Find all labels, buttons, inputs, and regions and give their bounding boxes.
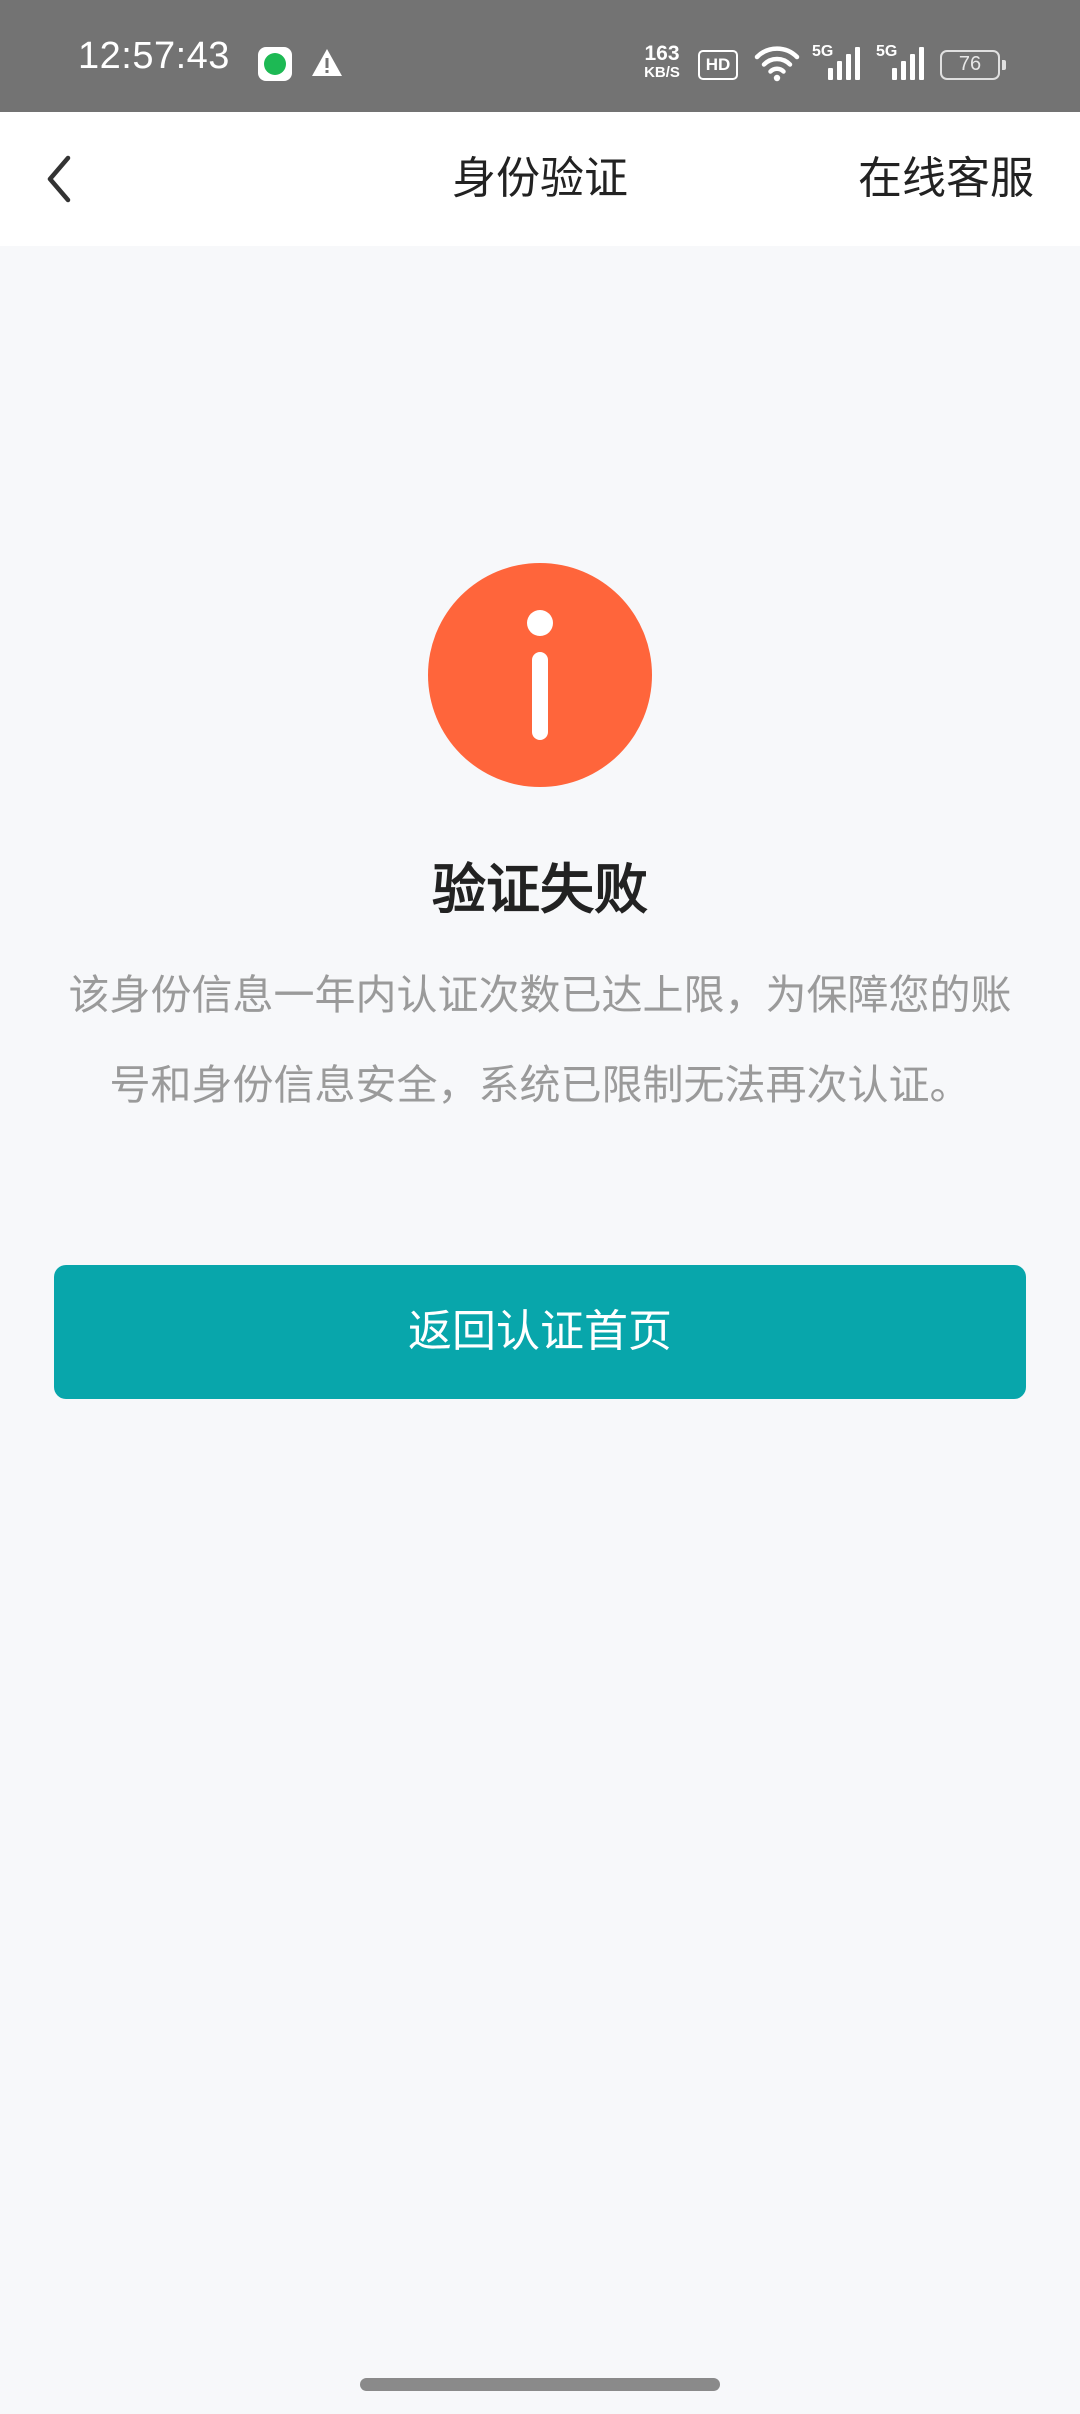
status-bar: 12:57:43 163 KB/S HD 5G 5G 76 bbox=[0, 0, 1080, 112]
warning-icon bbox=[312, 49, 342, 76]
battery-indicator: 76 bbox=[940, 50, 1006, 80]
back-button[interactable] bbox=[28, 142, 92, 216]
network-speed-value: 163 bbox=[644, 42, 680, 65]
hd-voice-badge: HD bbox=[698, 50, 738, 80]
nav-bar: 身份验证 在线客服 bbox=[0, 112, 1080, 246]
network-speed-unit: KB/S bbox=[644, 64, 680, 81]
network-speed: 163 KB/S bbox=[640, 42, 684, 82]
music-app-icon bbox=[258, 47, 292, 81]
signal-sim2: 5G bbox=[876, 44, 928, 82]
result-title: 验证失败 bbox=[432, 858, 648, 921]
result-description: 该身份信息一年内认证次数已达上限，为保障您的账号和身份信息安全，系统已限制无法再… bbox=[68, 971, 1012, 1109]
return-home-button[interactable]: 返回认证首页 bbox=[54, 1265, 1026, 1399]
info-icon bbox=[428, 563, 652, 787]
signal-sim1: 5G bbox=[812, 44, 864, 82]
home-indicator[interactable] bbox=[360, 2378, 720, 2391]
chevron-left-icon bbox=[47, 155, 71, 203]
signal-bars-icon bbox=[828, 47, 860, 80]
wifi-icon bbox=[754, 46, 800, 82]
signal-bars-icon bbox=[892, 47, 924, 80]
online-service-link[interactable]: 在线客服 bbox=[858, 112, 1034, 246]
status-time: 12:57:43 bbox=[78, 35, 230, 77]
